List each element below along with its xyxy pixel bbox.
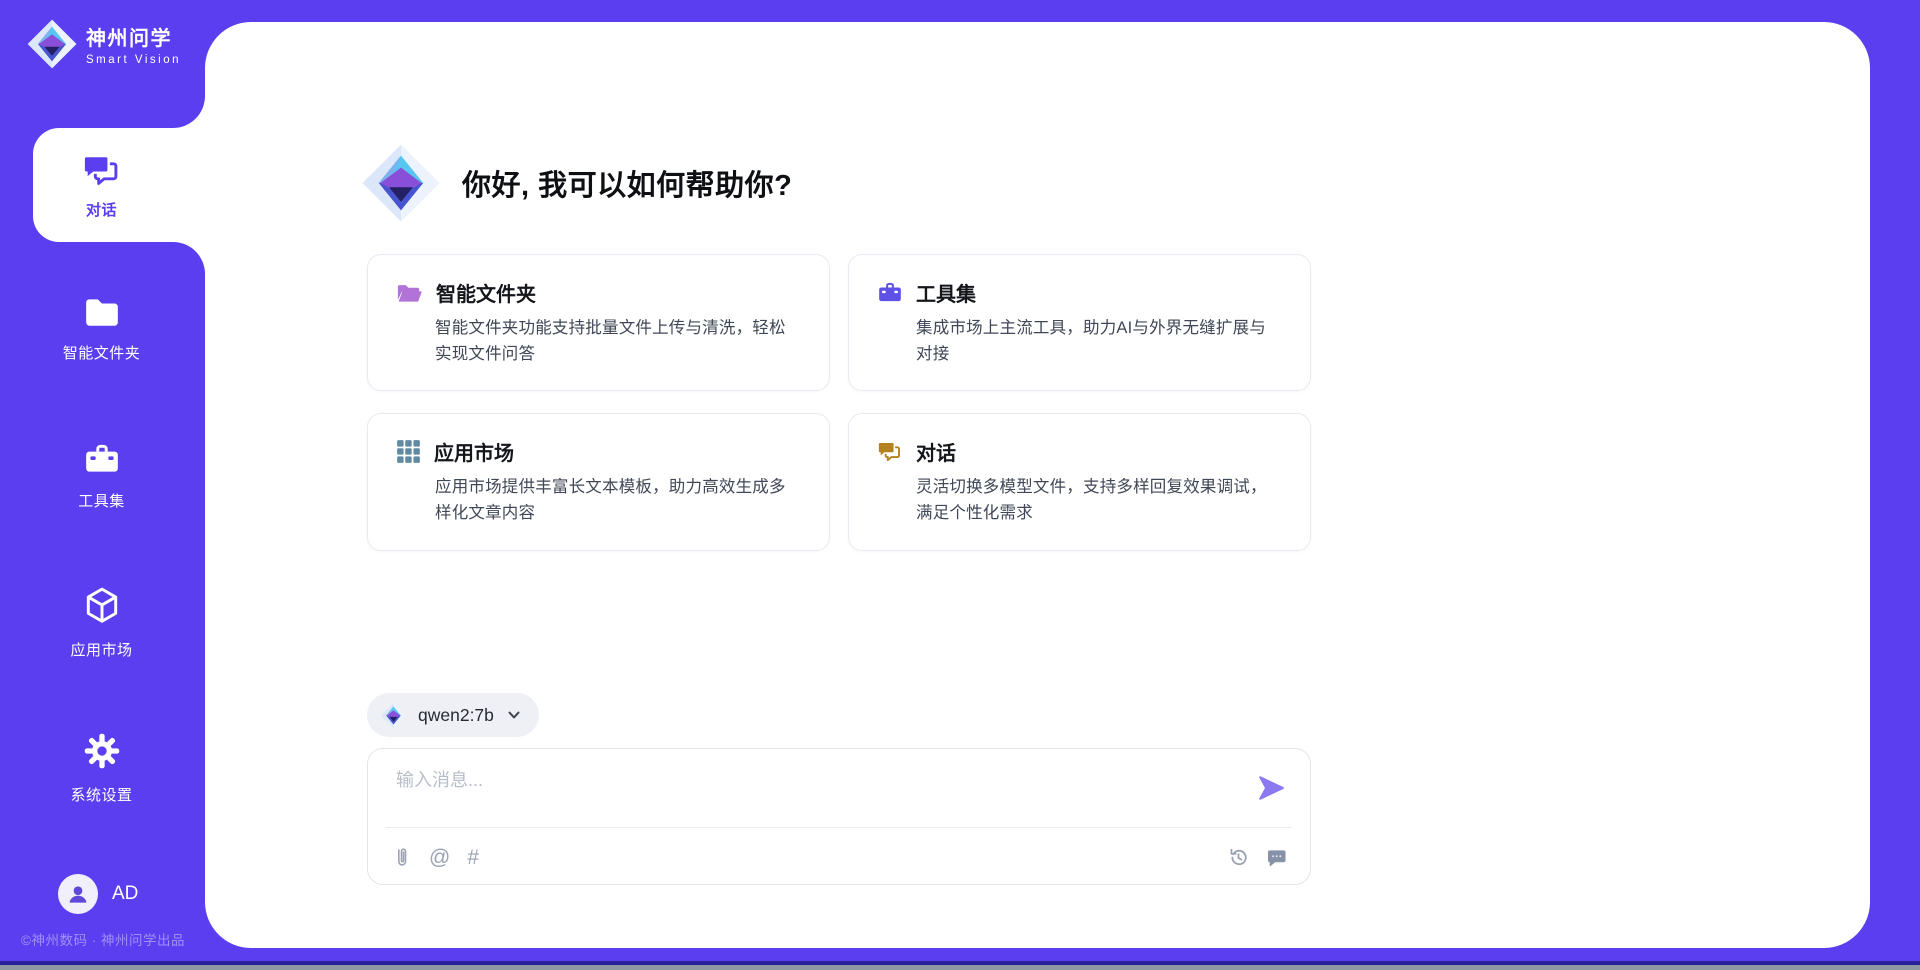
sidebar-item-label: 应用市场 <box>33 639 170 660</box>
chat-bubbles-icon <box>82 151 122 191</box>
app-window: 神州问学 Smart Vision 对话 智能文件夹 工具集 <box>0 0 1920 970</box>
folder-open-icon <box>396 281 423 305</box>
gem-diamond-icon <box>380 702 407 729</box>
gear-icon <box>82 731 122 771</box>
message-composer: @ # <box>367 748 1311 885</box>
sidebar-item-smart-folder[interactable]: 智能文件夹 <box>33 295 170 363</box>
history-button[interactable] <box>1227 846 1250 869</box>
card-title: 智能文件夹 <box>436 278 536 307</box>
gem-diamond-icon <box>360 142 442 224</box>
folder-icon <box>83 295 121 329</box>
attach-file-button[interactable] <box>392 845 412 869</box>
card-description: 应用市场提供丰富长文本模板，助力高效生成多样化文章内容 <box>435 475 801 526</box>
send-button[interactable] <box>1256 773 1286 803</box>
composer-toolbar: @ # <box>392 842 1288 872</box>
card-chat[interactable]: 对话 灵活切换多模型文件，支持多样回复效果调试，满足个性化需求 <box>848 413 1311 550</box>
send-arrow-icon <box>1256 773 1286 803</box>
user-account[interactable]: AD <box>58 874 138 914</box>
card-toolset[interactable]: 工具集 集成市场上主流工具，助力AI与外界无缝扩展与对接 <box>848 254 1311 391</box>
sidebar-item-label: 工具集 <box>33 490 170 511</box>
toolbox-icon <box>83 441 121 477</box>
paperclip-icon <box>392 845 412 869</box>
card-description: 集成市场上主流工具，助力AI与外界无缝扩展与对接 <box>916 316 1282 367</box>
brand-logo: 神州问学 Smart Vision <box>26 18 181 70</box>
conversation-button[interactable] <box>1265 846 1288 869</box>
message-input[interactable] <box>394 769 1178 792</box>
grid-icon <box>396 439 421 464</box>
sidebar-item-label: 系统设置 <box>33 784 170 805</box>
card-description: 智能文件夹功能支持批量文件上传与清洗，轻松实现文件问答 <box>435 316 801 367</box>
person-icon <box>65 881 91 907</box>
card-description: 灵活切换多模型文件，支持多样回复效果调试，满足个性化需求 <box>916 475 1282 526</box>
history-icon <box>1227 846 1250 869</box>
tab-connector-bottom <box>173 242 205 274</box>
sidebar-item-chat[interactable]: 对话 <box>33 128 210 242</box>
mention-button[interactable]: @ <box>429 847 450 868</box>
tab-connector-top <box>173 96 205 128</box>
message-icon <box>1265 846 1288 869</box>
cube-icon <box>83 586 121 626</box>
model-selector[interactable]: qwen2:7b <box>367 693 539 737</box>
avatar <box>58 874 98 914</box>
card-title: 工具集 <box>916 278 976 307</box>
composer-divider <box>386 827 1292 828</box>
topic-button[interactable]: # <box>467 847 479 868</box>
chevron-down-icon <box>505 706 523 724</box>
card-app-market[interactable]: 应用市场 应用市场提供丰富长文本模板，助力高效生成多样化文章内容 <box>367 413 830 550</box>
sidebar-footer-credit: ©神州数码 · 神州问学出品 <box>4 929 202 949</box>
card-title: 应用市场 <box>434 437 514 466</box>
sidebar-item-app-market[interactable]: 应用市场 <box>33 586 170 660</box>
brand-subtitle: Smart Vision <box>86 54 181 66</box>
greeting-title: 你好, 我可以如何帮助你? <box>462 162 792 204</box>
bottom-strip-gray <box>0 965 1920 970</box>
card-smart-folder[interactable]: 智能文件夹 智能文件夹功能支持批量文件上传与清洗，轻松实现文件问答 <box>367 254 830 391</box>
sidebar-item-toolset[interactable]: 工具集 <box>33 441 170 511</box>
sidebar-item-settings[interactable]: 系统设置 <box>33 731 170 805</box>
card-title: 对话 <box>916 437 956 466</box>
at-icon: @ <box>429 847 450 868</box>
sidebar-item-label: 对话 <box>86 199 117 220</box>
gem-diamond-icon <box>26 18 78 70</box>
sidebar-item-label: 智能文件夹 <box>33 342 170 363</box>
hash-icon: # <box>467 847 479 868</box>
brand-name: 神州问学 <box>86 22 181 51</box>
toolbox-icon <box>877 280 903 305</box>
greeting-row: 你好, 我可以如何帮助你? <box>360 142 792 224</box>
user-initials: AD <box>112 883 138 905</box>
model-name: qwen2:7b <box>418 705 494 726</box>
chat-bubbles-icon <box>877 439 903 465</box>
shortcut-cards: 智能文件夹 智能文件夹功能支持批量文件上传与清洗，轻松实现文件问答 工具集 集成… <box>367 254 1311 551</box>
